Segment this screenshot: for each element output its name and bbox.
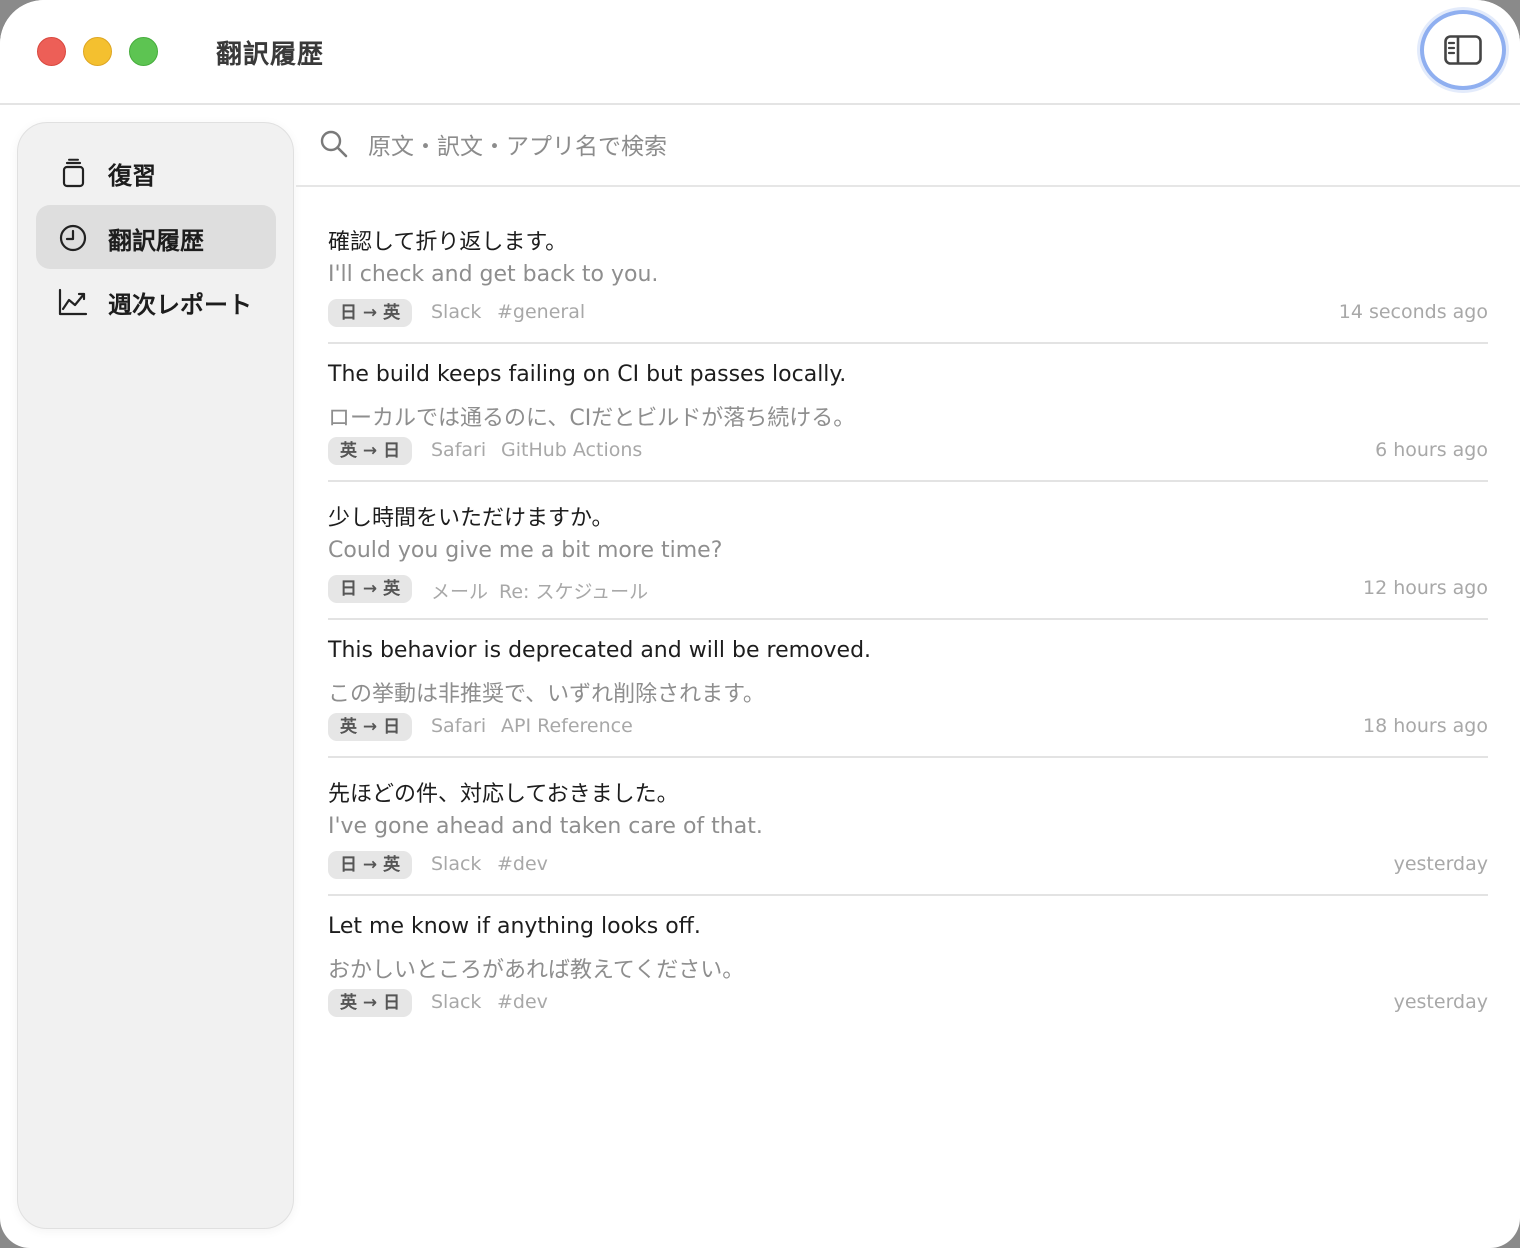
sidebar-item-label: 翻訳履歴	[108, 227, 204, 255]
entry-context: GitHub Actions	[501, 439, 643, 461]
entry-translation-text: おかしいところがあれば教えてください。	[328, 958, 745, 983]
history-entry[interactable]: 確認して折り返します。 I'll check and get back to y…	[328, 206, 1488, 344]
sidebar-item-review[interactable]: 復習	[36, 140, 276, 204]
clock-icon	[59, 224, 87, 252]
entry-timestamp: 12 hours ago	[1362, 577, 1488, 599]
maximize-window-button[interactable]	[129, 37, 158, 66]
entry-timestamp: yesterday	[1393, 991, 1488, 1013]
entry-timestamp: 6 hours ago	[1375, 439, 1488, 461]
history-list: 確認して折り返します。 I'll check and get back to y…	[328, 206, 1488, 1034]
entry-context: #general	[497, 301, 586, 323]
app-window: 翻訳履歴 復習 翻訳履歴 週次レポート 原文・訳文・アプリ名で検索 確認して折り…	[0, 0, 1520, 1248]
entry-context: #dev	[497, 991, 548, 1013]
search-bar	[296, 104, 1520, 187]
close-window-button[interactable]	[37, 37, 66, 66]
entry-context: #dev	[497, 853, 548, 875]
entry-source-text: The build keeps failing on CI but passes…	[328, 362, 847, 387]
sidebar-item-history[interactable]: 翻訳履歴	[36, 205, 276, 269]
sidebar-item-weekly-report[interactable]: 週次レポート	[36, 269, 276, 333]
history-entry[interactable]: This behavior is deprecated and will be …	[328, 620, 1488, 758]
direction-badge: 英 → 日	[328, 437, 413, 465]
entry-timestamp: 18 hours ago	[1362, 715, 1488, 737]
entry-app-name: Safari	[431, 439, 487, 461]
entry-timestamp: yesterday	[1393, 853, 1488, 875]
history-entry[interactable]: The build keeps failing on CI but passes…	[328, 344, 1488, 482]
entry-app-name: Slack	[431, 301, 482, 323]
chart-line-icon	[58, 288, 88, 316]
flashcard-icon	[62, 158, 85, 188]
minimize-window-button[interactable]	[83, 37, 112, 66]
sidebar-item-label: 復習	[108, 162, 156, 190]
entry-timestamp: 14 seconds ago	[1338, 301, 1488, 323]
entry-context: Re: スケジュール	[499, 581, 649, 603]
history-entry[interactable]: Let me know if anything looks off. おかしいと…	[328, 896, 1488, 1034]
entry-app-name: Slack	[431, 991, 482, 1013]
entry-source-text: 少し時間をいただけますか。	[328, 506, 614, 531]
title-bar: 翻訳履歴	[0, 0, 1520, 105]
entry-translation-text: この挙動は非推奨で、いずれ削除されます。	[328, 682, 765, 707]
sidebar-item-label: 週次レポート	[108, 291, 252, 319]
entry-translation-text: Could you give me a bit more time?	[328, 538, 723, 563]
entry-context: API Reference	[501, 715, 633, 737]
direction-badge: 日 → 英	[328, 575, 413, 603]
entry-source-text: 先ほどの件、対応しておきました。	[328, 782, 679, 807]
entry-app-name: Safari	[431, 715, 487, 737]
history-entry[interactable]: 先ほどの件、対応しておきました。 I've gone ahead and tak…	[328, 758, 1488, 896]
direction-badge: 日 → 英	[328, 299, 413, 327]
entry-translation-text: I've gone ahead and taken care of that.	[328, 814, 763, 839]
entry-source-text: Let me know if anything looks off.	[328, 914, 701, 939]
direction-badge: 英 → 日	[328, 989, 413, 1017]
history-entry[interactable]: 少し時間をいただけますか。 Could you give me a bit mo…	[328, 482, 1488, 620]
direction-badge: 日 → 英	[328, 851, 413, 879]
window-title: 翻訳履歴	[216, 40, 325, 70]
toggle-sidebar-button[interactable]	[1420, 10, 1506, 90]
entry-app-name: Slack	[431, 853, 482, 875]
entry-source-text: 確認して折り返します。	[328, 230, 568, 255]
entry-translation-text: ローカルでは通るのに、CIだとビルドが落ち続ける。	[328, 406, 856, 431]
search-input[interactable]	[366, 126, 1270, 168]
sidebar-icon	[1444, 35, 1482, 65]
entry-source-text: This behavior is deprecated and will be …	[328, 638, 872, 663]
direction-badge: 英 → 日	[328, 713, 413, 741]
search-icon	[320, 130, 348, 158]
sidebar: 復習 翻訳履歴 週次レポート	[17, 122, 294, 1229]
entry-app-name: メール	[431, 581, 489, 603]
entry-translation-text: I'll check and get back to you.	[328, 262, 659, 287]
